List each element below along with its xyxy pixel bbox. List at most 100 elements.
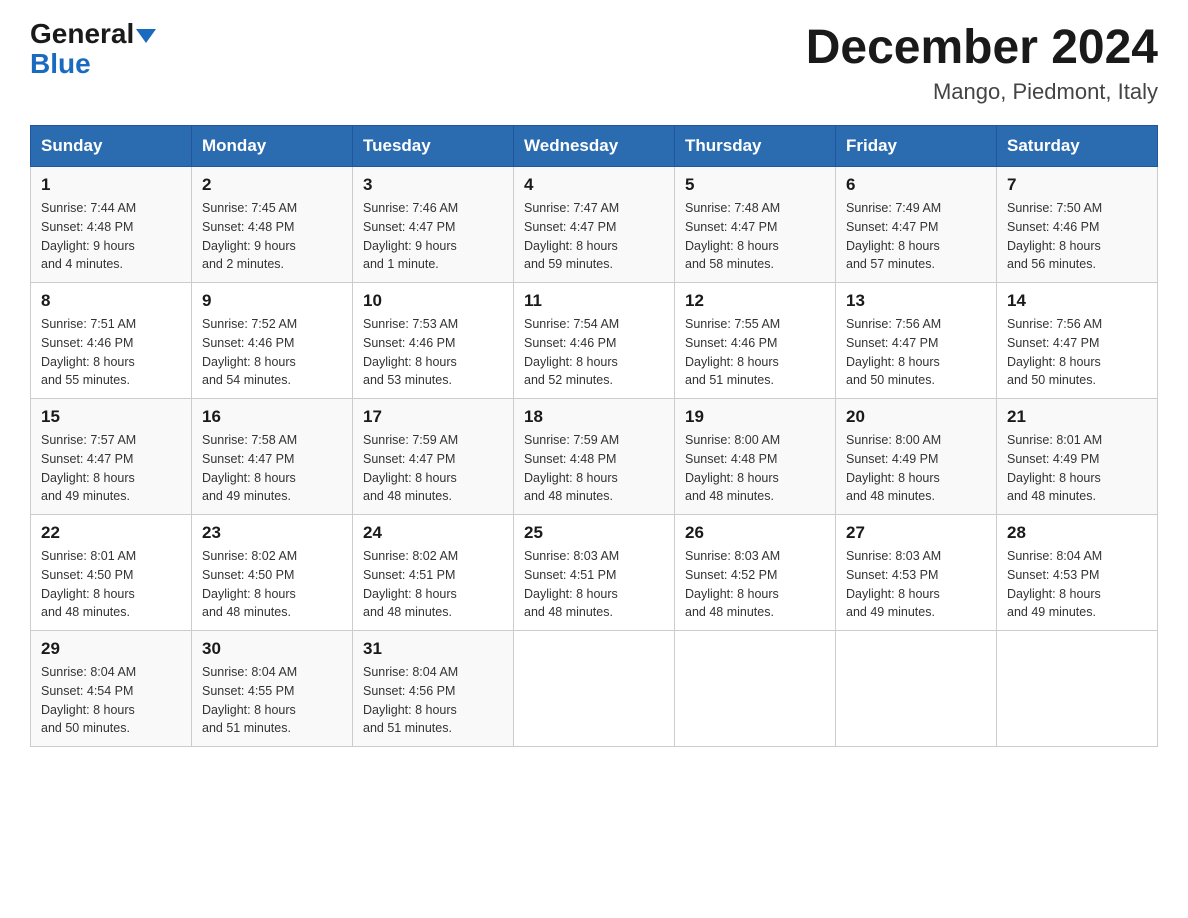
table-row	[675, 631, 836, 747]
table-row: 13 Sunrise: 7:56 AMSunset: 4:47 PMDayligh…	[836, 283, 997, 399]
logo-triangle-icon	[136, 29, 156, 43]
table-row: 26 Sunrise: 8:03 AMSunset: 4:52 PMDayligh…	[675, 515, 836, 631]
day-number: 9	[202, 291, 342, 311]
table-row: 31 Sunrise: 8:04 AMSunset: 4:56 PMDayligh…	[353, 631, 514, 747]
table-row: 11 Sunrise: 7:54 AMSunset: 4:46 PMDayligh…	[514, 283, 675, 399]
day-info: Sunrise: 7:44 AMSunset: 4:48 PMDaylight:…	[41, 199, 181, 274]
day-number: 19	[685, 407, 825, 427]
day-number: 11	[524, 291, 664, 311]
day-info: Sunrise: 8:01 AMSunset: 4:49 PMDaylight:…	[1007, 431, 1147, 506]
day-info: Sunrise: 7:55 AMSunset: 4:46 PMDaylight:…	[685, 315, 825, 390]
day-number: 1	[41, 175, 181, 195]
day-number: 28	[1007, 523, 1147, 543]
day-info: Sunrise: 7:48 AMSunset: 4:47 PMDaylight:…	[685, 199, 825, 274]
day-number: 25	[524, 523, 664, 543]
day-info: Sunrise: 8:03 AMSunset: 4:51 PMDaylight:…	[524, 547, 664, 622]
day-number: 2	[202, 175, 342, 195]
day-info: Sunrise: 7:56 AMSunset: 4:47 PMDaylight:…	[1007, 315, 1147, 390]
day-info: Sunrise: 8:00 AMSunset: 4:49 PMDaylight:…	[846, 431, 986, 506]
day-info: Sunrise: 7:47 AMSunset: 4:47 PMDaylight:…	[524, 199, 664, 274]
day-number: 4	[524, 175, 664, 195]
col-saturday: Saturday	[997, 126, 1158, 167]
table-row: 27 Sunrise: 8:03 AMSunset: 4:53 PMDayligh…	[836, 515, 997, 631]
day-info: Sunrise: 8:03 AMSunset: 4:52 PMDaylight:…	[685, 547, 825, 622]
calendar-table: Sunday Monday Tuesday Wednesday Thursday…	[30, 125, 1158, 747]
table-row: 15 Sunrise: 7:57 AMSunset: 4:47 PMDayligh…	[31, 399, 192, 515]
table-row: 25 Sunrise: 8:03 AMSunset: 4:51 PMDayligh…	[514, 515, 675, 631]
day-info: Sunrise: 8:04 AMSunset: 4:55 PMDaylight:…	[202, 663, 342, 738]
table-row: 4 Sunrise: 7:47 AMSunset: 4:47 PMDaylight…	[514, 167, 675, 283]
day-info: Sunrise: 7:58 AMSunset: 4:47 PMDaylight:…	[202, 431, 342, 506]
page-header: General Blue December 2024 Mango, Piedmo…	[30, 20, 1158, 105]
day-info: Sunrise: 8:04 AMSunset: 4:56 PMDaylight:…	[363, 663, 503, 738]
day-info: Sunrise: 7:54 AMSunset: 4:46 PMDaylight:…	[524, 315, 664, 390]
page-title: December 2024	[806, 20, 1158, 75]
table-row: 7 Sunrise: 7:50 AMSunset: 4:46 PMDaylight…	[997, 167, 1158, 283]
day-info: Sunrise: 7:52 AMSunset: 4:46 PMDaylight:…	[202, 315, 342, 390]
day-info: Sunrise: 7:56 AMSunset: 4:47 PMDaylight:…	[846, 315, 986, 390]
day-number: 26	[685, 523, 825, 543]
title-block: December 2024 Mango, Piedmont, Italy	[806, 20, 1158, 105]
table-row: 6Sunrise: 7:49 AMSunset: 4:47 PMDaylight…	[836, 167, 997, 283]
day-number: 20	[846, 407, 986, 427]
day-number: 31	[363, 639, 503, 659]
table-row: 22 Sunrise: 8:01 AMSunset: 4:50 PMDayligh…	[31, 515, 192, 631]
day-number: 10	[363, 291, 503, 311]
day-info: Sunrise: 8:04 AMSunset: 4:53 PMDaylight:…	[1007, 547, 1147, 622]
day-number: 24	[363, 523, 503, 543]
day-info: Sunrise: 7:51 AMSunset: 4:46 PMDaylight:…	[41, 315, 181, 390]
table-row: 2 Sunrise: 7:45 AMSunset: 4:48 PMDaylight…	[192, 167, 353, 283]
day-number: 13	[846, 291, 986, 311]
calendar-body: 1 Sunrise: 7:44 AMSunset: 4:48 PMDaylight…	[31, 167, 1158, 747]
day-info: Sunrise: 8:03 AMSunset: 4:53 PMDaylight:…	[846, 547, 986, 622]
table-row: 30 Sunrise: 8:04 AMSunset: 4:55 PMDayligh…	[192, 631, 353, 747]
table-row: 29 Sunrise: 8:04 AMSunset: 4:54 PMDayligh…	[31, 631, 192, 747]
day-number: 18	[524, 407, 664, 427]
table-row: 12Sunrise: 7:55 AMSunset: 4:46 PMDayligh…	[675, 283, 836, 399]
logo-blue: Blue	[30, 50, 91, 78]
table-row: 24 Sunrise: 8:02 AMSunset: 4:51 PMDayligh…	[353, 515, 514, 631]
table-row: 21 Sunrise: 8:01 AMSunset: 4:49 PMDayligh…	[997, 399, 1158, 515]
table-row: 3 Sunrise: 7:46 AMSunset: 4:47 PMDaylight…	[353, 167, 514, 283]
day-info: Sunrise: 7:45 AMSunset: 4:48 PMDaylight:…	[202, 199, 342, 274]
day-info: Sunrise: 7:46 AMSunset: 4:47 PMDaylight:…	[363, 199, 503, 274]
table-row	[836, 631, 997, 747]
table-row: 17Sunrise: 7:59 AMSunset: 4:47 PMDayligh…	[353, 399, 514, 515]
table-row: 5 Sunrise: 7:48 AMSunset: 4:47 PMDaylight…	[675, 167, 836, 283]
day-number: 15	[41, 407, 181, 427]
day-number: 22	[41, 523, 181, 543]
col-monday: Monday	[192, 126, 353, 167]
day-info: Sunrise: 7:59 AMSunset: 4:47 PMDaylight:…	[363, 431, 503, 506]
day-info: Sunrise: 7:57 AMSunset: 4:47 PMDaylight:…	[41, 431, 181, 506]
day-number: 21	[1007, 407, 1147, 427]
day-info: Sunrise: 8:01 AMSunset: 4:50 PMDaylight:…	[41, 547, 181, 622]
table-row	[997, 631, 1158, 747]
day-number: 14	[1007, 291, 1147, 311]
table-row: 23Sunrise: 8:02 AMSunset: 4:50 PMDayligh…	[192, 515, 353, 631]
logo-general: General	[30, 18, 134, 49]
page-subtitle: Mango, Piedmont, Italy	[806, 79, 1158, 105]
day-info: Sunrise: 8:04 AMSunset: 4:54 PMDaylight:…	[41, 663, 181, 738]
day-info: Sunrise: 8:02 AMSunset: 4:50 PMDaylight:…	[202, 547, 342, 622]
col-thursday: Thursday	[675, 126, 836, 167]
day-number: 29	[41, 639, 181, 659]
day-info: Sunrise: 7:53 AMSunset: 4:46 PMDaylight:…	[363, 315, 503, 390]
table-row: 14 Sunrise: 7:56 AMSunset: 4:47 PMDayligh…	[997, 283, 1158, 399]
day-info: Sunrise: 8:00 AMSunset: 4:48 PMDaylight:…	[685, 431, 825, 506]
day-info: Sunrise: 7:59 AMSunset: 4:48 PMDaylight:…	[524, 431, 664, 506]
day-number: 7	[1007, 175, 1147, 195]
table-row: 28 Sunrise: 8:04 AMSunset: 4:53 PMDayligh…	[997, 515, 1158, 631]
day-number: 16	[202, 407, 342, 427]
day-number: 3	[363, 175, 503, 195]
table-row	[514, 631, 675, 747]
day-info: Sunrise: 8:02 AMSunset: 4:51 PMDaylight:…	[363, 547, 503, 622]
table-row: 19 Sunrise: 8:00 AMSunset: 4:48 PMDayligh…	[675, 399, 836, 515]
table-row: 16 Sunrise: 7:58 AMSunset: 4:47 PMDayligh…	[192, 399, 353, 515]
table-row: 1 Sunrise: 7:44 AMSunset: 4:48 PMDaylight…	[31, 167, 192, 283]
day-number: 27	[846, 523, 986, 543]
day-number: 30	[202, 639, 342, 659]
day-number: 5	[685, 175, 825, 195]
day-info: Sunrise: 7:50 AMSunset: 4:46 PMDaylight:…	[1007, 199, 1147, 274]
col-sunday: Sunday	[31, 126, 192, 167]
day-number: 6	[846, 175, 986, 195]
